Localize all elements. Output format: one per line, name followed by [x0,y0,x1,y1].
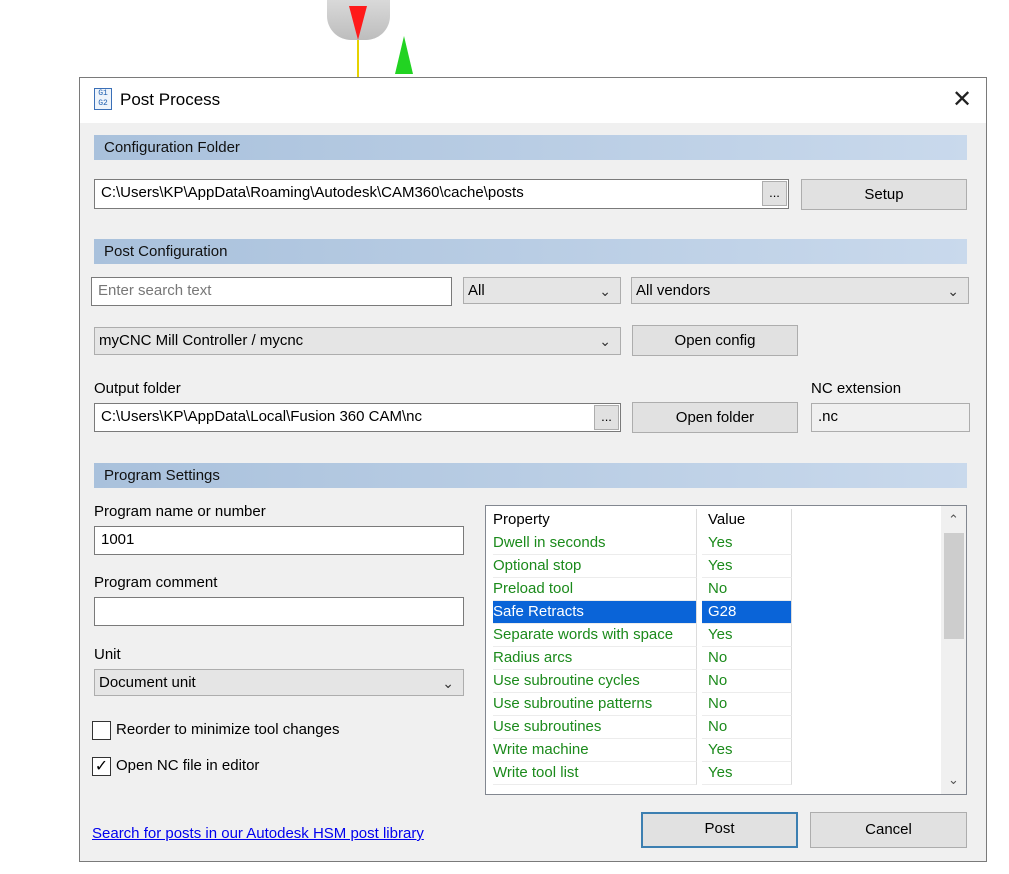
property-value-cell[interactable]: Yes [702,532,792,555]
chevron-down-icon: ⌄ [947,283,959,299]
open-nc-checkbox[interactable]: ✓ [92,757,111,776]
scroll-thumb[interactable] [944,533,964,639]
viewport-axis-line [357,40,359,78]
open-config-button[interactable]: Open config [632,325,798,356]
post-configuration-header: Post Configuration [94,239,967,264]
filter-dropdown-value: All [468,282,485,299]
scroll-down-icon[interactable]: ⌄ [941,768,966,792]
nc-extension-label: NC extension [811,380,902,397]
unit-dropdown-value: Document unit [99,674,196,691]
property-row[interactable]: Write tool list Yes [491,762,792,785]
property-row[interactable]: Use subroutines No [491,716,792,739]
program-name-input[interactable]: 1001 [94,526,464,555]
chevron-down-icon: ⌄ [599,283,611,299]
property-row[interactable]: Use subroutine patterns No [491,693,792,716]
title-bar: G1 G2 Post Process ✕ [80,78,986,123]
vendor-dropdown-value: All vendors [636,282,711,299]
property-name-cell: Write machine [493,739,697,762]
property-row[interactable]: Dwell in seconds Yes [491,532,792,555]
dialog-title: Post Process [120,90,221,109]
property-value-cell[interactable]: No [702,647,792,670]
chevron-down-icon: ⌄ [599,333,611,349]
property-value-cell[interactable]: Yes [702,739,792,762]
property-value-cell[interactable]: G28 [702,601,792,624]
property-row[interactable]: Optional stop Yes [491,555,792,578]
setup-button[interactable]: Setup [801,179,967,210]
property-value-cell[interactable]: Yes [702,762,792,785]
property-value-cell[interactable]: No [702,670,792,693]
properties-scrollbar[interactable]: ⌃ ⌄ [941,506,966,794]
post-selection-dropdown[interactable]: myCNC Mill Controller / mycnc ⌄ [94,327,621,355]
property-value-cell[interactable]: No [702,716,792,739]
configuration-folder-browse-button[interactable]: ... [762,181,787,206]
post-process-dialog: G1 G2 Post Process ✕ Configuration Folde… [79,77,987,862]
property-value-cell[interactable]: No [702,693,792,716]
scroll-up-icon[interactable]: ⌃ [941,508,966,532]
checkmark-icon: ✓ [94,758,109,775]
open-folder-button[interactable]: Open folder [632,402,798,433]
property-name-cell: Optional stop [493,555,697,578]
property-name-cell: Radius arcs [493,647,697,670]
program-comment-label: Program comment [94,574,218,591]
post-library-link[interactable]: Search for posts in our Autodesk HSM pos… [92,825,424,842]
property-row[interactable]: Safe Retracts G28 [491,601,792,624]
property-value-cell[interactable]: Yes [702,624,792,647]
property-row[interactable]: Radius arcs No [491,647,792,670]
reorder-checkbox[interactable] [92,721,111,740]
program-comment-input[interactable] [94,597,464,626]
property-name-cell: Separate words with space [493,624,697,647]
configuration-folder-path: C:\Users\KP\AppData\Roaming\Autodesk\CAM… [101,184,524,201]
search-input[interactable]: Enter search text [91,277,452,306]
filter-dropdown[interactable]: All ⌄ [463,277,621,304]
viewport-red-axis-marker [349,6,367,40]
output-folder-browse-button[interactable]: ... [594,405,619,430]
property-row[interactable]: Use subroutine cycles No [491,670,792,693]
property-row[interactable]: Separate words with space Yes [491,624,792,647]
property-name-cell: Safe Retracts [493,601,697,624]
unit-label: Unit [94,646,121,663]
properties-grid[interactable]: Property Value Dwell in seconds Yes Option… [485,505,967,795]
property-row[interactable]: Write machine Yes [491,739,792,762]
property-column-header: Property [493,509,697,532]
program-settings-header: Program Settings [94,463,967,488]
close-button[interactable]: ✕ [938,78,986,123]
property-value-cell[interactable]: No [702,578,792,601]
property-name-cell: Use subroutines [493,716,697,739]
property-name-cell: Dwell in seconds [493,532,697,555]
program-name-label: Program name or number [94,503,266,520]
chevron-down-icon: ⌄ [442,675,454,691]
output-folder-label: Output folder [94,380,181,397]
post-selection-value: myCNC Mill Controller / mycnc [99,332,304,349]
output-folder-field[interactable]: C:\Users\KP\AppData\Local\Fusion 360 CAM… [94,403,621,432]
property-name-cell: Preload tool [493,578,697,601]
value-column-header: Value [702,509,792,532]
nc-extension-field[interactable]: .nc [811,403,970,432]
property-value-cell[interactable]: Yes [702,555,792,578]
unit-dropdown[interactable]: Document unit ⌄ [94,669,464,696]
post-button[interactable]: Post [641,812,798,848]
configuration-folder-field[interactable]: C:\Users\KP\AppData\Roaming\Autodesk\CAM… [94,179,789,209]
property-name-cell: Use subroutine cycles [493,670,697,693]
property-name-cell: Use subroutine patterns [493,693,697,716]
reorder-label: Reorder to minimize tool changes [116,721,340,738]
vendor-dropdown[interactable]: All vendors ⌄ [631,277,969,304]
property-name-cell: Write tool list [493,762,697,785]
post-process-icon: G1 G2 [94,88,112,110]
viewport-green-axis-marker [395,36,413,74]
configuration-folder-header: Configuration Folder [94,135,967,160]
open-nc-label: Open NC file in editor [116,757,260,774]
output-folder-path: C:\Users\KP\AppData\Local\Fusion 360 CAM… [101,408,422,425]
property-row[interactable]: Preload tool No [491,578,792,601]
properties-grid-header: Property Value [491,509,792,532]
cancel-button[interactable]: Cancel [810,812,967,848]
